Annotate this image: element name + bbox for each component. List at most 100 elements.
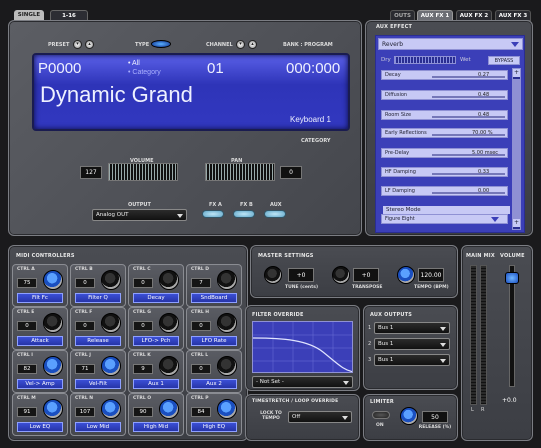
chevron-down-icon bbox=[342, 416, 348, 420]
controller-value[interactable]: 9 bbox=[133, 364, 153, 374]
stereo-mode-select[interactable]: Figure Eight bbox=[381, 214, 508, 224]
controller-knob[interactable] bbox=[217, 313, 237, 333]
controller-assignment[interactable]: Decay bbox=[133, 293, 179, 303]
aux-out-3-select[interactable]: Bus 1 bbox=[374, 354, 450, 366]
controller-value[interactable]: 91 bbox=[17, 407, 37, 417]
pan-value[interactable]: 0 bbox=[280, 166, 302, 179]
controller-assignment[interactable]: SndBoard bbox=[191, 293, 237, 303]
pan-slider[interactable] bbox=[205, 163, 275, 181]
scroll-down-icon[interactable]: + bbox=[513, 219, 520, 227]
aux-param-early-reflections[interactable]: Early Reflections 70.00 % bbox=[381, 128, 508, 138]
filter-graph[interactable] bbox=[252, 321, 353, 373]
controller-knob[interactable] bbox=[101, 399, 121, 419]
controller-assignment[interactable]: Filter Q bbox=[75, 293, 121, 303]
midi-controller: CTRL I 82 Vel-> Amp bbox=[12, 350, 68, 393]
controller-assignment[interactable]: Aux 1 bbox=[133, 379, 179, 389]
controller-assignment[interactable]: Filt Fc bbox=[17, 293, 63, 303]
filter-all[interactable]: • All bbox=[128, 60, 140, 67]
controller-knob[interactable] bbox=[43, 313, 63, 333]
fx-b-label: FX B bbox=[240, 202, 253, 208]
controller-assignment[interactable]: LFO Rate bbox=[191, 336, 237, 346]
controller-assignment[interactable]: Low Mid bbox=[75, 422, 121, 432]
controller-value[interactable]: 82 bbox=[17, 364, 37, 374]
bypass-button[interactable]: BYPASS bbox=[488, 56, 520, 65]
controller-assignment[interactable]: Vel-Filt bbox=[75, 379, 121, 389]
controller-value[interactable]: 7 bbox=[191, 278, 211, 288]
main-mix-title: MAIN MIX bbox=[466, 253, 495, 259]
dry-wet-slider[interactable] bbox=[394, 56, 456, 64]
controller-value[interactable]: 75 bbox=[17, 278, 37, 288]
fx-b-button[interactable] bbox=[233, 210, 255, 218]
controller-knob[interactable] bbox=[101, 270, 121, 290]
aux-scrollbar[interactable]: + + bbox=[512, 68, 521, 230]
controller-assignment[interactable]: Release bbox=[75, 336, 121, 346]
channel-up-button[interactable]: ▴ bbox=[248, 40, 257, 49]
aux-param-decay[interactable]: Decay 0.27 bbox=[381, 70, 508, 80]
aux-param-room-size[interactable]: Room Size 0.48 bbox=[381, 110, 508, 120]
controller-assignment[interactable]: Vel-> Amp bbox=[17, 379, 63, 389]
fx-a-button[interactable] bbox=[202, 210, 224, 218]
controller-value[interactable]: 0 bbox=[17, 321, 37, 331]
filter-category[interactable]: • Category bbox=[128, 69, 161, 76]
tune-value[interactable]: +0 bbox=[288, 268, 314, 282]
controller-value[interactable]: 71 bbox=[75, 364, 95, 374]
scroll-up-icon[interactable]: + bbox=[513, 69, 520, 77]
aux-param-pre-delay[interactable]: Pre-Delay 5.00 msec bbox=[381, 148, 508, 158]
controller-knob[interactable] bbox=[217, 399, 237, 419]
aux-param-diffusion[interactable]: Diffusion 0.48 bbox=[381, 90, 508, 100]
controller-assignment[interactable]: LFO-> Pch bbox=[133, 336, 179, 346]
controller-knob[interactable] bbox=[159, 313, 179, 333]
tune-knob[interactable] bbox=[264, 266, 282, 284]
type-selector[interactable] bbox=[151, 40, 171, 48]
controller-assignment[interactable]: Low EQ bbox=[17, 422, 63, 432]
controller-knob[interactable] bbox=[159, 399, 179, 419]
preset-down-button[interactable]: ▾ bbox=[73, 40, 82, 49]
controller-value[interactable]: 0 bbox=[133, 321, 153, 331]
controller-assignment[interactable]: Aux 2 bbox=[191, 379, 237, 389]
output-select[interactable]: Analog OUT bbox=[92, 209, 187, 221]
transpose-value[interactable]: +0 bbox=[353, 268, 379, 282]
controller-value[interactable]: 0 bbox=[191, 364, 211, 374]
controller-knob[interactable] bbox=[43, 356, 63, 376]
controller-assignment[interactable]: High EQ bbox=[191, 422, 237, 432]
transpose-knob[interactable] bbox=[332, 266, 350, 284]
aux-out-2-select[interactable]: Bus 1 bbox=[374, 338, 450, 350]
controller-knob[interactable] bbox=[43, 270, 63, 290]
controller-value[interactable]: 0 bbox=[75, 278, 95, 288]
controller-value[interactable]: 0 bbox=[75, 321, 95, 331]
fx-aux-button[interactable] bbox=[264, 210, 286, 218]
lock-to-tempo-select[interactable]: Off bbox=[288, 411, 352, 423]
controller-assignment[interactable]: Attack bbox=[17, 336, 63, 346]
controller-value[interactable]: 107 bbox=[75, 407, 95, 417]
aux-param-lf-damping[interactable]: LF Damping 0.00 bbox=[381, 186, 508, 196]
tempo-knob[interactable] bbox=[397, 266, 415, 284]
controller-knob[interactable] bbox=[159, 270, 179, 290]
controller-knob[interactable] bbox=[101, 356, 121, 376]
controller-knob[interactable] bbox=[159, 356, 179, 376]
controller-knob[interactable] bbox=[217, 270, 237, 290]
controller-knob[interactable] bbox=[217, 356, 237, 376]
aux-effect-type-select[interactable]: Reverb bbox=[378, 38, 523, 50]
aux-out-1-select[interactable]: Bus 1 bbox=[374, 322, 450, 334]
tempo-value[interactable]: 120.00 bbox=[418, 268, 444, 282]
aux-param-hf-damping[interactable]: HF Damping 0.33 bbox=[381, 167, 508, 177]
category-label: CATEGORY bbox=[301, 138, 331, 144]
controller-knob[interactable] bbox=[101, 313, 121, 333]
limiter-release-knob[interactable] bbox=[400, 407, 418, 425]
limiter-release-value[interactable]: 50 bbox=[422, 411, 448, 423]
volume-slider[interactable] bbox=[108, 163, 178, 181]
controller-assignment[interactable]: High Mid bbox=[133, 422, 179, 432]
controller-value[interactable]: 0 bbox=[133, 278, 153, 288]
master-volume-handle[interactable] bbox=[505, 272, 519, 284]
limiter-on-button[interactable] bbox=[372, 411, 390, 419]
controller-value[interactable]: 84 bbox=[191, 407, 211, 417]
controller-knob[interactable] bbox=[43, 399, 63, 419]
volume-value[interactable]: 127 bbox=[80, 166, 102, 179]
filter-override-select[interactable]: - Not Set - bbox=[252, 376, 353, 388]
channel-down-button[interactable]: ▾ bbox=[236, 40, 245, 49]
scroll-thumb[interactable] bbox=[513, 79, 520, 219]
controller-value[interactable]: 0 bbox=[191, 321, 211, 331]
controller-value[interactable]: 90 bbox=[133, 407, 153, 417]
chevron-down-icon: ▾ bbox=[239, 41, 242, 47]
preset-up-button[interactable]: ▴ bbox=[85, 40, 94, 49]
